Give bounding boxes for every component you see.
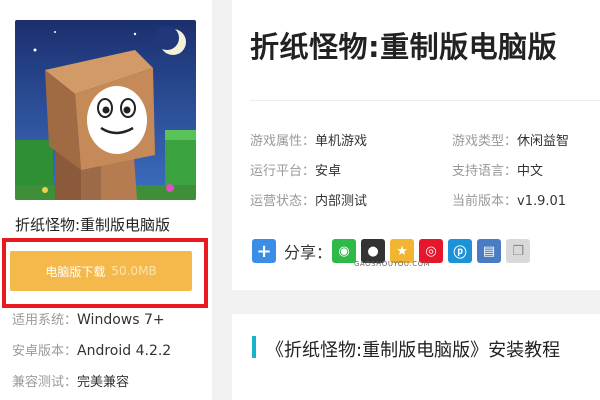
download-button-label: 电脑版下载 bbox=[45, 264, 106, 279]
attr-value: 单机游戏 bbox=[315, 134, 368, 149]
divider bbox=[250, 100, 600, 101]
share-label: 分享： bbox=[284, 243, 333, 262]
attr-value: v1.9.01 bbox=[517, 194, 567, 209]
spec-system: 适用系统：Windows 7+ bbox=[12, 309, 165, 328]
spec-value: Android 4.2.2 bbox=[77, 343, 172, 359]
install-guide-card: 《折纸怪物:重制版电脑版》安装教程 bbox=[232, 314, 600, 400]
spec-value: 完美兼容 bbox=[77, 375, 130, 390]
page-title: 折纸怪物:重制版电脑版 bbox=[250, 30, 558, 64]
watermark-url: GAOSHOUYOU.COM bbox=[354, 260, 431, 268]
game-cover-image bbox=[15, 20, 196, 200]
print-icon[interactable]: ▤ bbox=[477, 239, 502, 263]
game-name: 折纸怪物:重制版电脑版 bbox=[15, 216, 171, 234]
attr-label: 运营状态： bbox=[250, 194, 316, 209]
attr-platform: 运行平台：安卓 bbox=[250, 160, 341, 179]
game-info-card: 折纸怪物:重制版电脑版 电脑版下载 50.0MB 适用系统：Windows 7+… bbox=[0, 0, 212, 400]
spec-label: 适用系统： bbox=[12, 313, 78, 328]
spec-compat: 兼容测试：完美兼容 bbox=[12, 371, 129, 390]
spec-value: Windows 7+ bbox=[77, 312, 165, 328]
attr-value: 休闲益智 bbox=[517, 134, 570, 149]
section-title: 《折纸怪物:重制版电脑版》安装教程 bbox=[266, 340, 561, 361]
copy-icon[interactable]: ❐ bbox=[506, 239, 531, 263]
attr-status: 运营状态：内部测试 bbox=[250, 190, 367, 209]
spec-android: 安卓版本：Android 4.2.2 bbox=[12, 340, 171, 359]
plus-icon[interactable]: + bbox=[252, 239, 276, 263]
attr-label: 支持语言： bbox=[452, 164, 518, 179]
attr-game-type: 游戏类型：休闲益智 bbox=[452, 130, 569, 149]
download-size: 50.0MB bbox=[111, 264, 157, 278]
download-button[interactable]: 电脑版下载 50.0MB bbox=[10, 251, 192, 291]
attr-value: 中文 bbox=[517, 164, 544, 179]
attr-value: 安卓 bbox=[315, 164, 342, 179]
attr-label: 游戏类型： bbox=[452, 134, 518, 149]
spec-label: 安卓版本： bbox=[12, 344, 78, 359]
section-accent-bar bbox=[252, 336, 256, 358]
attr-version: 当前版本：v1.9.01 bbox=[452, 190, 566, 209]
attr-language: 支持语言：中文 bbox=[452, 160, 543, 179]
tencent-weibo-icon[interactable]: ⓟ bbox=[448, 239, 473, 263]
wechat-icon[interactable]: ◉ bbox=[332, 239, 357, 263]
attr-game-property: 游戏属性：单机游戏 bbox=[250, 130, 367, 149]
spec-label: 兼容测试： bbox=[12, 375, 78, 390]
attr-label: 运行平台： bbox=[250, 164, 316, 179]
attr-label: 游戏属性： bbox=[250, 134, 316, 149]
attr-label: 当前版本： bbox=[452, 194, 518, 209]
game-detail-card: 折纸怪物:重制版电脑版 游戏属性：单机游戏 游戏类型：休闲益智 运行平台：安卓 … bbox=[232, 0, 600, 290]
attr-value: 内部测试 bbox=[315, 194, 368, 209]
